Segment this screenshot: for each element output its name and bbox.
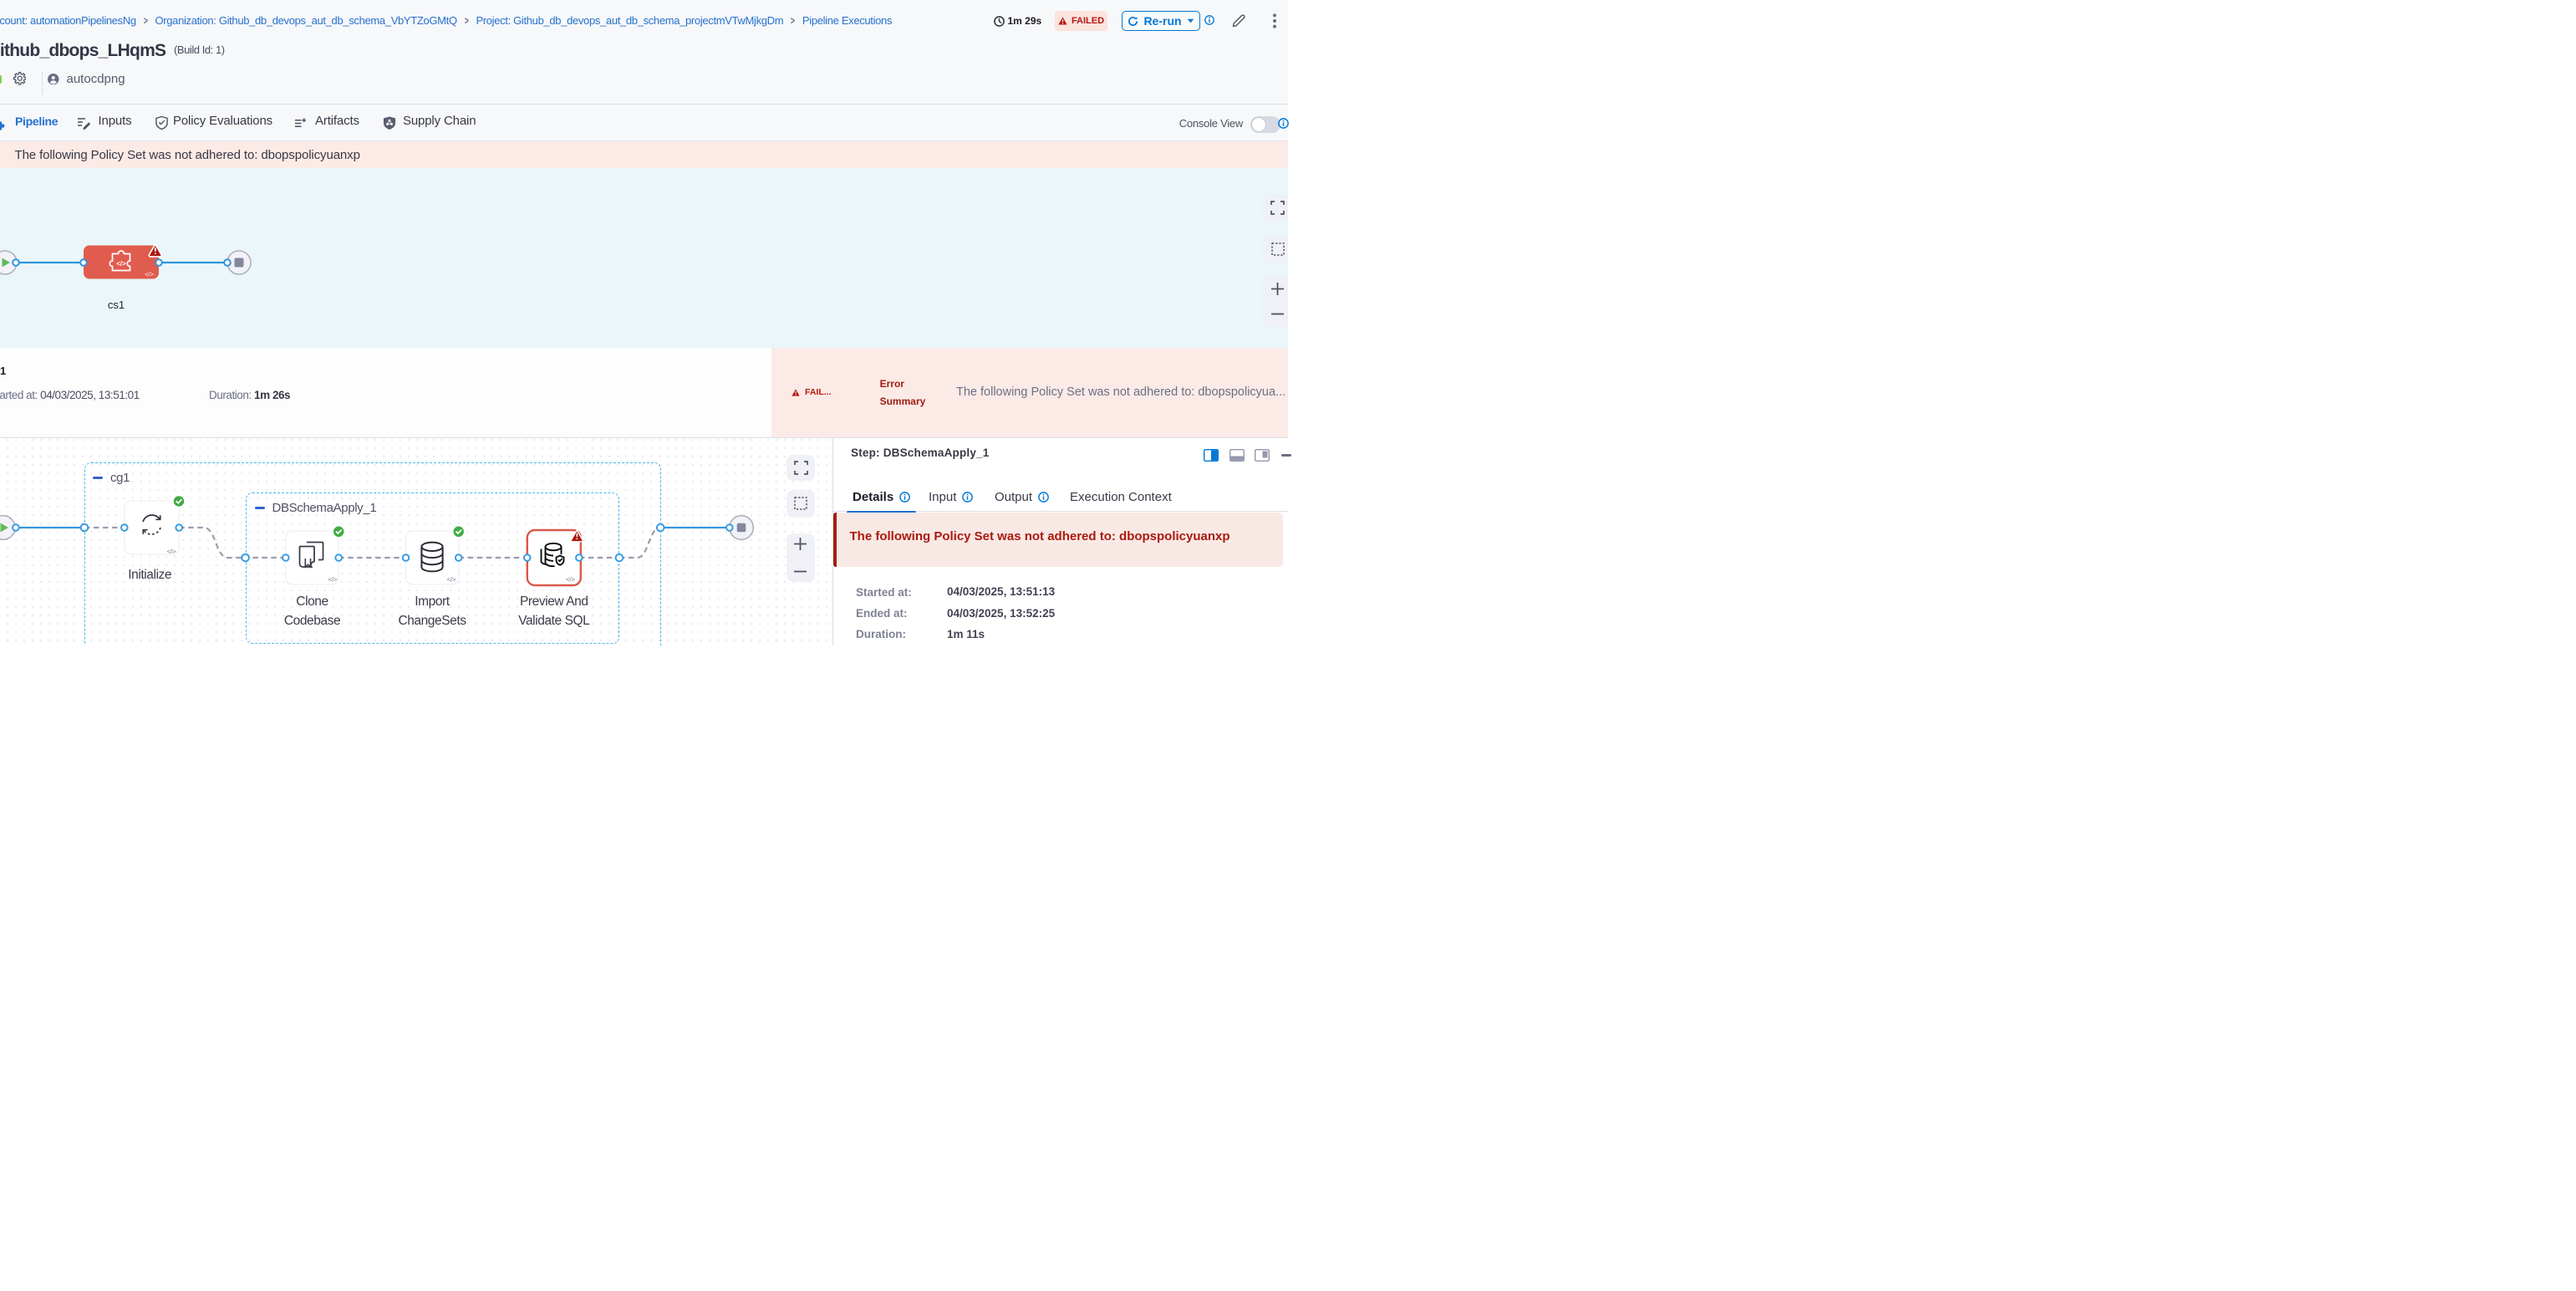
svg-text:</>: </>: [167, 548, 176, 555]
svg-text:</>: </>: [447, 576, 456, 584]
svg-text:</>: </>: [566, 576, 575, 584]
svg-text:</>: </>: [145, 271, 154, 278]
svg-text:</>: </>: [328, 576, 338, 584]
svg-text:</>: </>: [116, 260, 126, 268]
svg-text:cs1: cs1: [108, 299, 125, 311]
